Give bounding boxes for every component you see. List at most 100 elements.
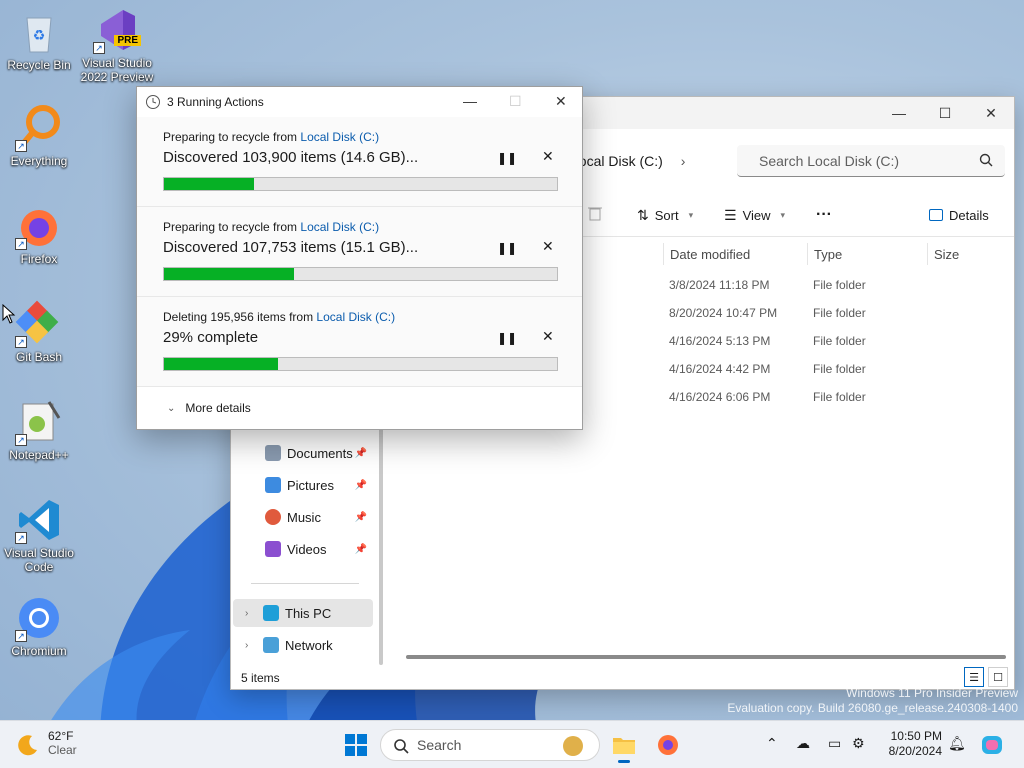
active-indicator	[618, 760, 630, 763]
view-icon: ☰	[724, 206, 737, 223]
taskbar-search[interactable]: Search	[380, 729, 600, 761]
cancel-button[interactable]: ✕	[542, 328, 554, 345]
address-bar[interactable]: Local Disk (C:) ›	[571, 145, 685, 177]
evaluation-watermark: Windows 11 Pro Insider Preview Evaluatio…	[727, 686, 1018, 716]
more-details-button[interactable]: ⌄ More details	[167, 401, 251, 415]
progress-fill	[164, 358, 278, 370]
more-options-button[interactable]: ···	[816, 201, 832, 229]
taskbar-firefox[interactable]	[650, 727, 686, 763]
close-button[interactable]: ✕	[555, 93, 567, 110]
visual-studio-icon: PRE ↗	[93, 6, 141, 54]
running-actions-dialog[interactable]: 3 Running Actions — ☐ ✕ Preparing to rec…	[136, 86, 583, 430]
desktop-icon-label: Chromium	[11, 644, 67, 658]
notification-bell-icon[interactable]: 🔔︎	[948, 735, 966, 752]
operation-item: Preparing to recycle from Local Disk (C:…	[137, 117, 582, 207]
sort-button[interactable]: ⇅ Sort ▾	[637, 201, 693, 229]
copilot-button[interactable]	[974, 727, 1010, 763]
nav-item-this-pc[interactable]: › This PC	[233, 599, 373, 627]
view-button[interactable]: ☰ View ▾	[724, 201, 785, 229]
operation-status: 29% complete	[163, 329, 259, 346]
row-type: File folder	[813, 278, 866, 292]
clock-icon	[146, 95, 160, 109]
dialog-titlebar[interactable]: 3 Running Actions — ☐ ✕	[137, 87, 582, 117]
shortcut-arrow-icon: ↗	[15, 238, 27, 250]
sort-label: Sort	[654, 207, 679, 223]
nav-label: This PC	[285, 605, 332, 621]
weather-widget[interactable]: 62°F Clear	[16, 729, 77, 757]
music-icon	[265, 509, 281, 525]
pause-button[interactable]: ❚❚	[497, 151, 517, 165]
desktop-icon-notepad-plus-plus[interactable]: ↗ Notepad++	[0, 398, 78, 462]
operation-status: Discovered 103,900 items (14.6 GB)...	[163, 149, 419, 166]
windows-logo-icon	[345, 734, 367, 756]
details-pane-icon	[929, 209, 943, 221]
row-type: File folder	[813, 306, 866, 320]
nav-item-documents[interactable]: Documents 📌	[231, 439, 371, 467]
pin-icon: 📌	[354, 479, 367, 491]
chevron-down-icon: ▾	[688, 209, 694, 220]
search-input[interactable]: Search Local Disk (C:)	[737, 145, 1005, 177]
firefox-icon	[658, 735, 678, 755]
nav-item-videos[interactable]: Videos 📌	[231, 535, 371, 563]
operation-caption: Deleting 195,956 items from Local Disk (…	[163, 310, 395, 324]
delete-icon[interactable]	[588, 205, 602, 221]
chevron-down-icon: ⌄	[167, 402, 176, 414]
column-type[interactable]: Type	[807, 243, 927, 265]
navigation-pane: Documents 📌 Pictures 📌 Music 📌 Videos 📌 …	[231, 427, 379, 667]
taskbar-file-explorer[interactable]	[606, 727, 642, 763]
chevron-right-icon[interactable]: ›	[245, 608, 248, 619]
nav-item-network[interactable]: › Network	[233, 631, 373, 659]
horizontal-scrollbar[interactable]	[406, 655, 1006, 659]
desktop-icon-visual-studio[interactable]: PRE ↗ Visual Studio 2022 Preview	[78, 6, 156, 84]
maximize-button[interactable]: ☐	[922, 97, 968, 129]
clock-time: 10:50 PM	[890, 729, 942, 743]
source-link[interactable]: Local Disk (C:)	[316, 310, 395, 324]
close-button[interactable]: ✕	[968, 97, 1014, 129]
desktop-icon-chromium[interactable]: ↗ Chromium	[0, 594, 78, 658]
network-icon	[263, 637, 279, 653]
pause-button[interactable]: ❚❚	[497, 331, 517, 345]
chromium-icon: ↗	[15, 594, 63, 642]
desktop-icon-firefox[interactable]: ↗ Firefox	[0, 202, 78, 266]
column-size[interactable]: Size	[927, 243, 1007, 265]
chevron-up-icon[interactable]: ⌃	[766, 735, 778, 752]
operation-status: Discovered 107,753 items (15.1 GB)...	[163, 239, 419, 256]
pin-icon: 📌	[354, 543, 367, 555]
desktop-icon-everything[interactable]: ↗ Everything	[0, 104, 78, 168]
minimize-button[interactable]: —	[463, 93, 477, 109]
chevron-right-icon[interactable]: ›	[245, 640, 248, 651]
status-item-count: 5 items	[241, 671, 280, 685]
desktop-icon-label: Notepad++	[9, 448, 69, 462]
view-switcher: ☰ ☐	[964, 667, 1008, 687]
address-segment[interactable]: Local Disk (C:)	[571, 153, 663, 169]
search-icon	[979, 153, 993, 167]
search-label: Search	[417, 737, 462, 753]
details-pane-button[interactable]: Details	[929, 201, 989, 229]
onedrive-offline-icon[interactable]: ☁	[796, 735, 810, 752]
taskbar: 62°F Clear Search ⌃ ☁ ▭ ⚙ 10:50 PM 8/20/…	[0, 720, 1024, 768]
desktop-icon-vscode[interactable]: ↗ Visual Studio Code	[0, 496, 78, 574]
chevron-right-icon[interactable]: ›	[681, 153, 686, 169]
nav-label: Documents	[287, 445, 353, 461]
details-view-button[interactable]: ☰	[964, 667, 984, 687]
network-offline-icon[interactable]: ⚙	[852, 735, 865, 752]
pause-button[interactable]: ❚❚	[497, 241, 517, 255]
cancel-button[interactable]: ✕	[542, 148, 554, 165]
display-icon[interactable]: ▭	[828, 735, 841, 752]
nav-item-music[interactable]: Music 📌	[231, 503, 371, 531]
desktop-icon-recycle-bin[interactable]: ♻ Recycle Bin	[0, 8, 78, 72]
desktop-icon-label: Everything	[10, 154, 68, 168]
tiles-view-button[interactable]: ☐	[988, 667, 1008, 687]
source-link[interactable]: Local Disk (C:)	[300, 130, 379, 144]
nav-pane-scrollbar[interactable]	[379, 427, 383, 665]
nav-item-pictures[interactable]: Pictures 📌	[231, 471, 371, 499]
system-clock[interactable]: 10:50 PM 8/20/2024	[880, 729, 942, 759]
start-button[interactable]	[338, 727, 374, 763]
firefox-icon: ↗	[15, 202, 63, 250]
cancel-button[interactable]: ✕	[542, 238, 554, 255]
nav-divider	[251, 583, 359, 584]
column-date-modified[interactable]: Date modified	[663, 243, 807, 265]
minimize-button[interactable]: —	[876, 97, 922, 129]
source-link[interactable]: Local Disk (C:)	[300, 220, 379, 234]
mouse-cursor-icon	[2, 304, 16, 324]
